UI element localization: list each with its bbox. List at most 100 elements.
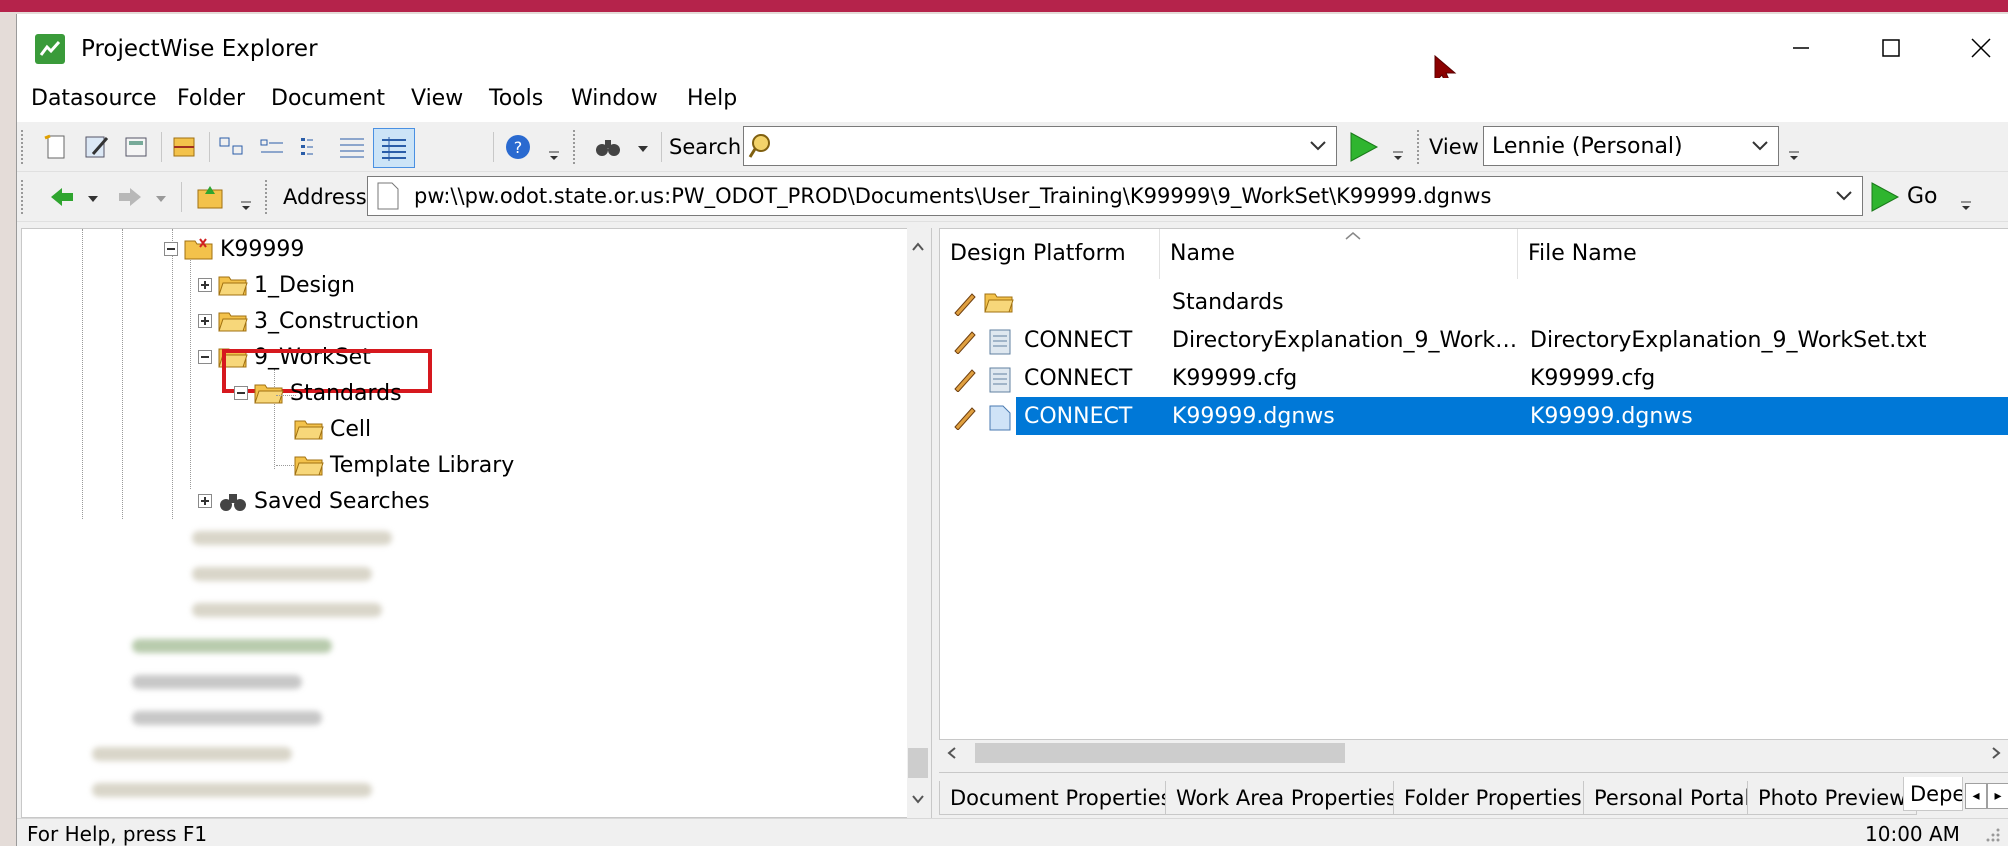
toolbar-grip[interactable] xyxy=(21,130,25,164)
menu-folder[interactable]: Folder xyxy=(177,86,245,111)
tree-label: Cell xyxy=(330,416,372,442)
close-button[interactable] xyxy=(1951,28,2008,68)
small-icons-view-icon[interactable] xyxy=(257,132,287,162)
tab-document-properties[interactable]: Document Properties xyxy=(939,781,1183,815)
address-toolbar: Address pw:\\pw.odot.state.or.us:PW_ODOT… xyxy=(17,172,2008,222)
cell-file-name: DirectoryExplanation_9_WorkSet.txt xyxy=(1530,328,1927,353)
up-folder-icon[interactable] xyxy=(195,182,225,212)
sort-ascending-icon xyxy=(1345,232,1361,240)
list-row[interactable]: CONNECT K99999.cfg K99999.cfg xyxy=(940,359,2008,397)
find-dropdown-icon[interactable] xyxy=(637,144,649,154)
projectwise-logo-icon xyxy=(35,34,65,64)
cell-name: DirectoryExplanation_9_Work… xyxy=(1172,328,1518,353)
menu-help[interactable]: Help xyxy=(687,86,737,111)
tree-node-standards[interactable]: Standards xyxy=(234,375,402,411)
status-help-text: For Help, press F1 xyxy=(27,822,208,846)
run-search-icon[interactable] xyxy=(1347,130,1381,164)
help-icon[interactable]: ? xyxy=(503,132,533,162)
collapse-icon[interactable] xyxy=(234,386,248,400)
list-view-icon[interactable] xyxy=(297,132,327,162)
tree-node-template-library[interactable]: Template Library xyxy=(294,447,514,483)
edit-document-icon[interactable] xyxy=(81,132,111,162)
menu-view[interactable]: View xyxy=(411,86,463,111)
view-select[interactable]: Lennie (Personal) xyxy=(1492,134,1683,159)
menu-datasource[interactable]: Datasource xyxy=(31,86,157,111)
details-view-button[interactable] xyxy=(373,128,415,168)
maximize-button[interactable] xyxy=(1861,28,1921,68)
scroll-thumb[interactable] xyxy=(975,743,1345,763)
minimize-button[interactable] xyxy=(1771,28,1831,68)
tab-personal-portal[interactable]: Personal Portal xyxy=(1583,781,1762,815)
find-binoculars-icon[interactable] xyxy=(593,132,623,162)
toolbar-overflow-icon[interactable] xyxy=(1391,150,1405,162)
expand-icon[interactable] xyxy=(198,278,212,292)
tree-node-k99999[interactable]: K99999 xyxy=(164,231,304,267)
tab-photo-preview[interactable]: Photo Preview xyxy=(1747,781,1918,815)
folder-icon xyxy=(984,293,1014,313)
column-header-file-name[interactable]: File Name xyxy=(1518,229,2008,279)
tab-work-area-properties[interactable]: Work Area Properties xyxy=(1165,781,1408,815)
collapse-icon[interactable] xyxy=(198,350,212,364)
back-arrow-icon[interactable] xyxy=(47,182,77,212)
scroll-left-icon[interactable] xyxy=(947,746,957,760)
document-icon xyxy=(377,182,399,210)
list-row[interactable]: CONNECT DirectoryExplanation_9_Work… Dir… xyxy=(940,321,2008,359)
new-document-icon[interactable] xyxy=(41,132,71,162)
text-file-icon xyxy=(989,367,1011,393)
menu-document[interactable]: Document xyxy=(271,86,385,111)
tab-scroll-right-button[interactable]: ▸ xyxy=(1987,783,2008,809)
status-time: 10:00 AM xyxy=(1865,822,1960,846)
column-header-name[interactable]: Name xyxy=(1160,229,1518,279)
pencil-icon xyxy=(954,293,976,316)
back-dropdown-icon[interactable] xyxy=(87,194,99,204)
document-properties-icon[interactable] xyxy=(121,132,151,162)
tree-node-cell[interactable]: Cell xyxy=(294,411,371,447)
chevron-down-icon[interactable] xyxy=(1308,133,1328,157)
address-combo[interactable]: pw:\\pw.odot.state.or.us:PW_ODOT_PROD\Do… xyxy=(367,176,1863,216)
expand-icon[interactable] xyxy=(198,314,212,328)
list-horizontal-scrollbar[interactable] xyxy=(939,740,2008,766)
go-arrow-icon xyxy=(1871,182,1900,212)
chevron-down-icon[interactable] xyxy=(1834,183,1854,207)
toolbar-overflow-icon[interactable] xyxy=(547,150,561,162)
go-button[interactable]: Go xyxy=(1869,178,1949,216)
expand-icon[interactable] xyxy=(198,494,212,508)
list-row[interactable]: Standards xyxy=(940,283,2008,321)
toolbar-overflow-icon[interactable] xyxy=(239,200,253,212)
scroll-down-icon[interactable] xyxy=(911,794,925,804)
scroll-up-icon[interactable] xyxy=(911,242,925,252)
pane-splitter[interactable] xyxy=(931,228,937,846)
forward-arrow-icon[interactable] xyxy=(115,182,145,212)
scroll-thumb[interactable] xyxy=(908,748,928,778)
cell-name: K99999.dgnws xyxy=(1172,404,1335,429)
tree-node-construction[interactable]: 3_Construction xyxy=(198,303,419,339)
cell-platform: CONNECT xyxy=(1024,328,1133,353)
address-input[interactable]: pw:\\pw.odot.state.or.us:PW_ODOT_PROD\Do… xyxy=(414,184,1491,208)
menu-window[interactable]: Window xyxy=(571,86,658,111)
view-combo[interactable]: Lennie (Personal) xyxy=(1483,126,1779,166)
collapse-icon[interactable] xyxy=(164,242,178,256)
scroll-right-icon[interactable] xyxy=(1991,746,2001,760)
toolbar-overflow-icon[interactable] xyxy=(1959,200,1973,212)
pencil-icon xyxy=(954,331,976,354)
tab-scroll-left-button[interactable]: ◂ xyxy=(1965,783,1987,809)
forward-dropdown-icon[interactable] xyxy=(155,194,167,204)
chevron-down-icon[interactable] xyxy=(1750,133,1770,157)
tree-node-design[interactable]: 1_Design xyxy=(198,267,355,303)
resize-grip-icon[interactable] xyxy=(1985,827,2001,843)
tree-vertical-scrollbar[interactable] xyxy=(907,228,929,818)
open-folder-icon xyxy=(254,384,284,404)
cell-platform: CONNECT xyxy=(1024,404,1133,429)
large-icons-view-icon[interactable] xyxy=(217,132,247,162)
tree-node-saved-searches[interactable]: Saved Searches xyxy=(198,483,430,519)
list-row-selected[interactable]: CONNECT K99999.dgnws K99999.dgnws xyxy=(940,397,2008,435)
search-combo[interactable] xyxy=(743,126,1337,166)
detail-list-view-icon[interactable] xyxy=(337,132,367,162)
menu-tools[interactable]: Tools xyxy=(489,86,543,111)
cell-platform: CONNECT xyxy=(1024,366,1133,391)
column-header-design-platform[interactable]: Design Platform xyxy=(940,229,1160,279)
toolbar-overflow-icon[interactable] xyxy=(1787,150,1801,162)
tab-dependencies[interactable]: Depe xyxy=(1903,777,1963,811)
database-icon[interactable] xyxy=(169,132,199,162)
tab-folder-properties[interactable]: Folder Properties xyxy=(1393,781,1593,815)
